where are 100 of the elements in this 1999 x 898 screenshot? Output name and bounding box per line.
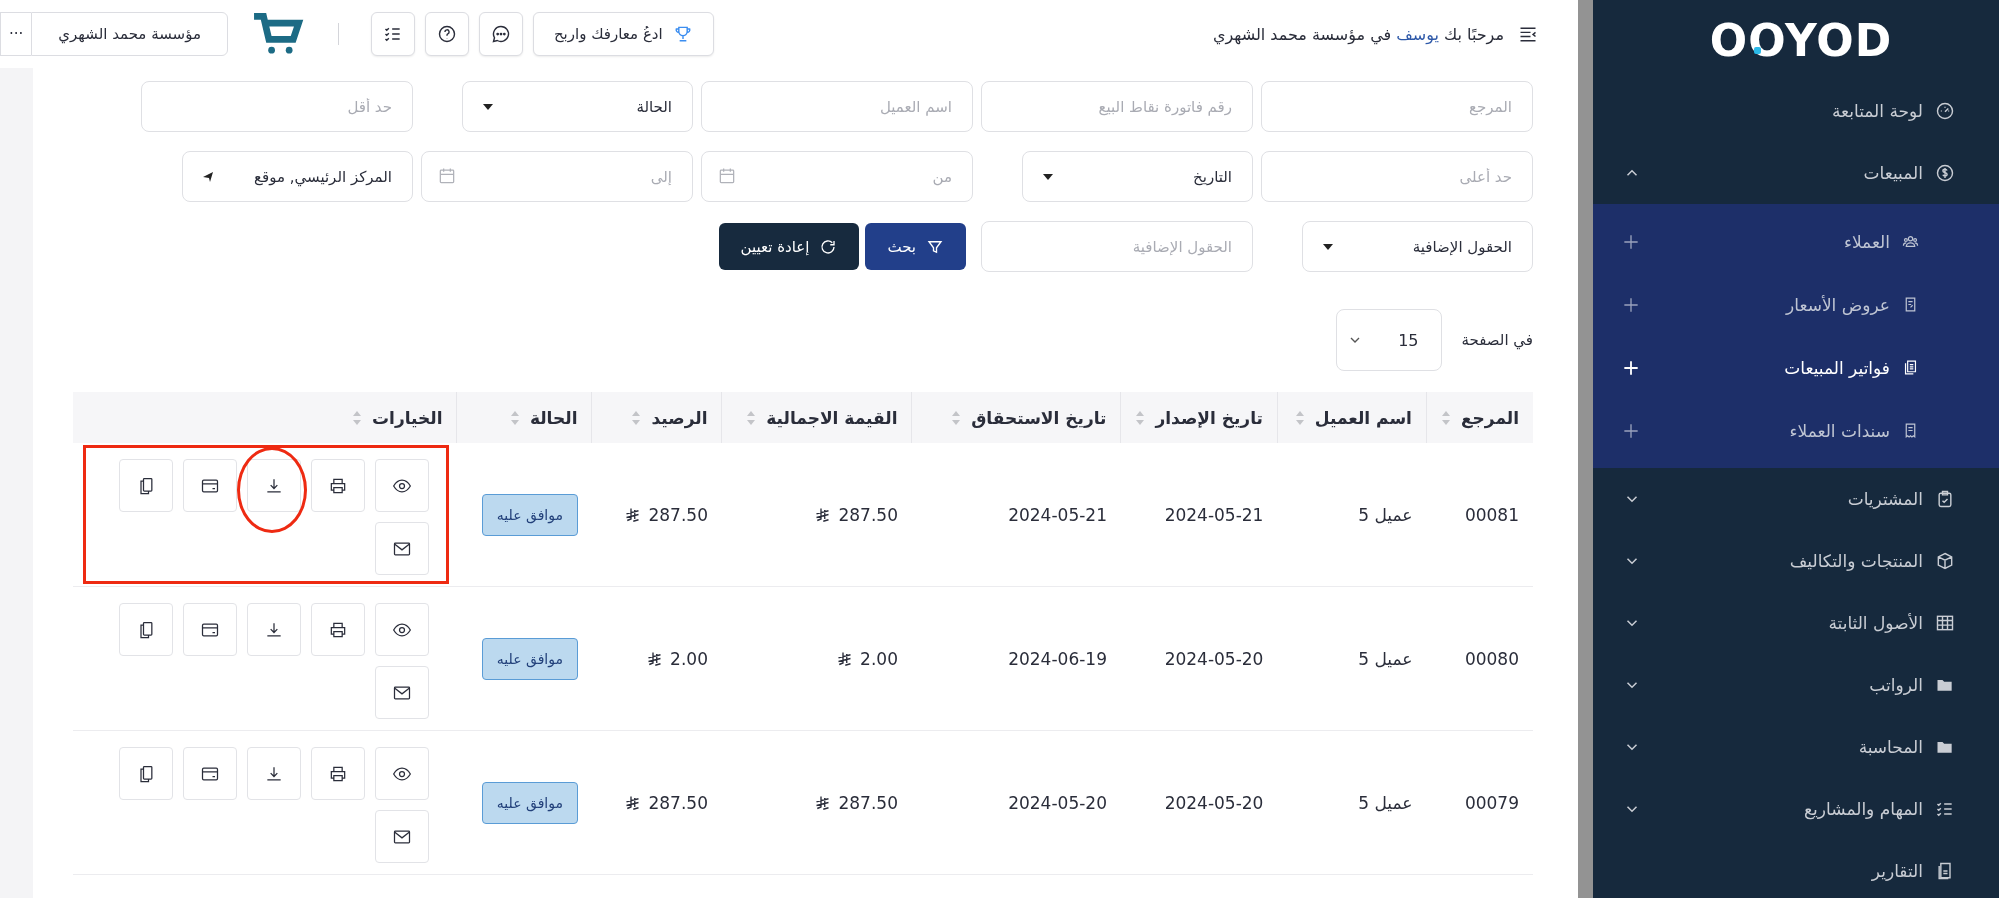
copy-button[interactable] (118, 459, 173, 512)
payment-button[interactable] (182, 603, 237, 656)
calendar-icon (437, 166, 457, 186)
sidebar-item[interactable]: المحاسبة (1593, 716, 1999, 778)
status-badge: موافق عليه (481, 781, 578, 824)
email-button[interactable] (374, 522, 429, 575)
column-header[interactable]: تاريخ الاستحقاق (971, 407, 1107, 428)
view-button[interactable] (374, 459, 429, 512)
riyal-icon (647, 651, 663, 666)
invite-button[interactable]: ادعُ معارفك واربح (532, 12, 714, 56)
location-dropdown[interactable]: المركز الرئيسي, موقع (182, 151, 413, 202)
table-cell: 2024-05-20 (1008, 792, 1107, 813)
submenu-item[interactable]: فواتير المبيعات (1593, 336, 1999, 399)
filter-field[interactable]: رقم فاتورة نقاط البيع (981, 81, 1253, 132)
reset-button[interactable]: إعادة تعيين (718, 223, 860, 270)
caret-down-icon (483, 103, 493, 110)
column-header[interactable]: تاريخ الإصدار (1155, 407, 1263, 428)
table-cell: 2024-05-20 (1164, 792, 1264, 813)
calendar-icon (717, 166, 737, 186)
column-header[interactable]: القيمة الاجمالية (766, 407, 898, 428)
logo: OOYOD (1709, 14, 1893, 66)
copy-button[interactable] (118, 747, 173, 800)
caret-down-icon (1043, 173, 1053, 180)
table-cell: 00079 (1464, 792, 1519, 813)
date-field[interactable]: إلى (421, 151, 693, 202)
tasks-button[interactable] (370, 12, 415, 56)
submenu-item[interactable]: عروض الأسعار (1593, 273, 1999, 336)
sidebar-item[interactable]: المبيعات (1593, 142, 1999, 204)
table-cell: 2024-05-20 (1164, 648, 1264, 669)
column-header[interactable]: الحالة (529, 407, 578, 428)
riyal-icon (625, 507, 641, 522)
sidebar-item[interactable]: التقارير (1593, 840, 1999, 898)
download-button[interactable] (246, 459, 301, 512)
menu-icon[interactable] (1518, 24, 1538, 44)
riyal-icon (815, 795, 831, 810)
greeting-text: مرحبًا بك يوسف في مؤسسة محمد الشهري (1212, 24, 1504, 44)
column-header[interactable]: اسم العميل (1314, 407, 1412, 428)
sidebar-item[interactable]: المنتجات والتكاليف (1593, 530, 1999, 592)
help-button[interactable] (424, 12, 469, 56)
submenu-item[interactable]: العملاء (1593, 210, 1999, 273)
refresh-icon (819, 237, 838, 256)
table-cell: 287.50 (838, 792, 898, 813)
per-page-select[interactable]: 15 (1335, 309, 1442, 371)
sidebar-item[interactable]: المهام والمشاريع (1593, 778, 1999, 840)
box-icon (1935, 551, 1955, 571)
users-icon (1902, 233, 1919, 250)
select-dropdown[interactable]: الحالة (462, 81, 693, 132)
table-cell: 2.00 (670, 648, 708, 669)
caret-icon (203, 171, 213, 182)
payment-button[interactable] (182, 459, 237, 512)
table-cell: 2024-05-21 (1164, 504, 1264, 525)
table-cell: 00081 (1464, 504, 1519, 525)
date-field[interactable]: من (701, 151, 973, 202)
select-dropdown[interactable]: الحقول الإضافية (1302, 221, 1533, 272)
sidebar-item[interactable]: الرواتب (1593, 654, 1999, 716)
help-icon (436, 24, 457, 44)
caret-down-icon (1323, 243, 1333, 250)
column-header[interactable]: المرجع (1460, 407, 1519, 428)
print-button[interactable] (310, 747, 365, 800)
copy-button[interactable] (118, 603, 173, 656)
print-button[interactable] (310, 459, 365, 512)
table-cell: 2024-06-19 (1008, 648, 1107, 669)
table-cell: 00080 (1464, 648, 1519, 669)
riyal-icon (815, 507, 831, 522)
search-button[interactable]: بحث (865, 223, 966, 270)
table-icon (1935, 613, 1955, 633)
print-button[interactable] (310, 603, 365, 656)
payment-button[interactable] (182, 747, 237, 800)
submenu-item[interactable]: سندات العملاء (1593, 399, 1999, 462)
table-cell: 2024-05-21 (1008, 504, 1107, 525)
column-header[interactable]: الرصيد (651, 407, 708, 428)
table-cell: 287.50 (838, 504, 898, 525)
view-button[interactable] (374, 747, 429, 800)
column-header[interactable]: الخيارات (372, 407, 443, 428)
riyal-icon (837, 651, 853, 666)
view-button[interactable] (374, 603, 429, 656)
sidebar-item[interactable]: لوحة المتابعة (1593, 80, 1999, 142)
select-dropdown[interactable]: التاريخ (1022, 151, 1253, 202)
sidebar-item[interactable]: المشتريات (1593, 468, 1999, 530)
email-button[interactable] (374, 666, 429, 719)
chat-button[interactable] (478, 12, 523, 56)
filter-field[interactable]: المرجع (1261, 81, 1533, 132)
more-button[interactable]: ··· (0, 12, 32, 56)
clipboard-check-icon (1935, 489, 1955, 509)
status-badge: موافق عليه (481, 637, 578, 680)
table-cell: عميل 5 (1358, 504, 1413, 525)
per-page-label: في الصفحة (1461, 331, 1533, 349)
documents-icon (1902, 359, 1919, 376)
status-badge: موافق عليه (481, 493, 578, 536)
email-button[interactable] (374, 810, 429, 863)
sidebar-item[interactable]: الأصول الثابتة (1593, 592, 1999, 654)
chat-icon (490, 24, 511, 44)
company-button[interactable]: مؤسسة محمد الشهري (31, 12, 228, 56)
filter-field[interactable]: الحقول الإضافية (981, 221, 1253, 272)
table-cell: عميل 5 (1358, 792, 1413, 813)
table-cell: 2.00 (860, 648, 898, 669)
riyal-icon (625, 795, 641, 810)
gauge-icon (1935, 101, 1955, 121)
table-cell: 287.50 (648, 792, 708, 813)
filter-field[interactable]: اسم العميل (701, 81, 973, 132)
